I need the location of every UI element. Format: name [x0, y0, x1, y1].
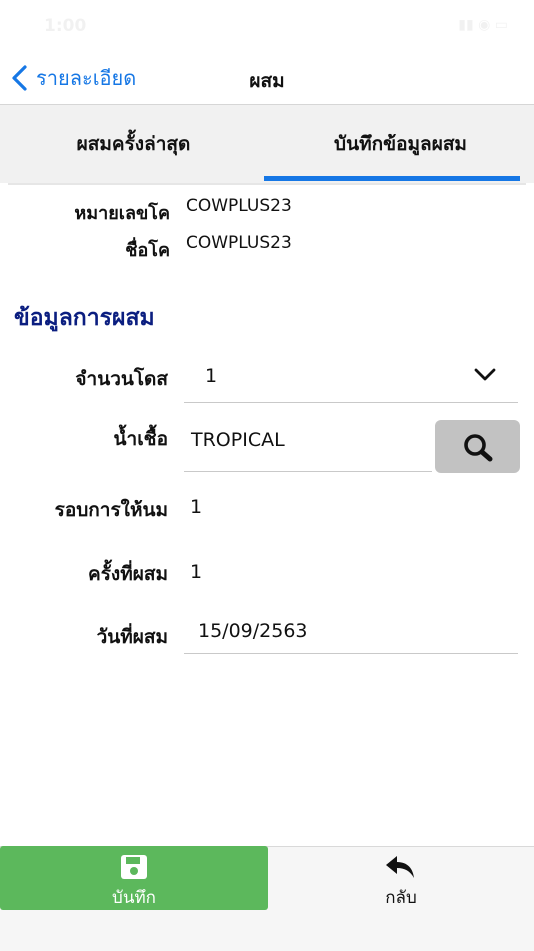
breeding-count-label: ครั้งที่ผสม	[88, 563, 168, 585]
back-button[interactable]: กลับ	[268, 846, 534, 910]
breeding-count-value: 1	[190, 561, 203, 583]
section-title: ข้อมูลการผสม	[14, 305, 155, 331]
cow-name-value: COWPLUS23	[186, 233, 292, 253]
lactation-value: 1	[190, 496, 203, 518]
save-button[interactable]: บันทึก	[0, 846, 268, 910]
status-bar: 1:00 ▮▮ ◉ ▭	[0, 0, 534, 52]
status-time: 1:00	[44, 16, 87, 36]
page-title-text: ผสม	[249, 70, 285, 92]
back-label: กลับ	[385, 888, 417, 908]
breeding-date-label: วันที่ผสม	[96, 626, 168, 648]
navigation-bar: รายละเอียด ผสม	[0, 52, 534, 105]
doses-underline	[184, 402, 518, 403]
floppy-disk-icon	[121, 855, 147, 879]
tab-latest-breeding[interactable]: ผสมครั้งล่าสุด	[0, 105, 267, 183]
page-title: ผสม	[0, 66, 534, 96]
date-underline	[184, 653, 518, 654]
save-label: บันทึก	[112, 888, 156, 908]
tab-divider	[8, 183, 526, 185]
semen-label: น้ำเชื้อ	[113, 428, 168, 450]
cow-number-value: COWPLUS23	[186, 196, 292, 216]
cow-name-label: ชื่อโค	[125, 240, 170, 261]
lactation-label: รอบการให้นม	[54, 499, 168, 521]
active-tab-indicator	[264, 176, 520, 181]
tab-record-breeding[interactable]: บันทึกข้อมูลผสม	[267, 105, 534, 183]
semen-input[interactable]: TROPICAL	[191, 429, 285, 451]
breeding-date-input[interactable]: 15/09/2563	[198, 620, 308, 642]
status-indicators: ▮▮ ◉ ▭	[458, 17, 508, 33]
semen-underline	[184, 471, 432, 472]
reply-arrow-icon	[386, 856, 414, 878]
search-icon	[463, 433, 492, 461]
chevron-down-icon[interactable]	[473, 367, 497, 383]
cow-number-label: หมายเลขโค	[74, 203, 170, 224]
semen-search-button[interactable]	[435, 420, 520, 473]
tab-bar: ผสมครั้งล่าสุด บันทึกข้อมูลผสม	[0, 105, 534, 183]
doses-select[interactable]: 1	[205, 365, 217, 387]
doses-label: จำนวนโดส	[75, 368, 168, 390]
